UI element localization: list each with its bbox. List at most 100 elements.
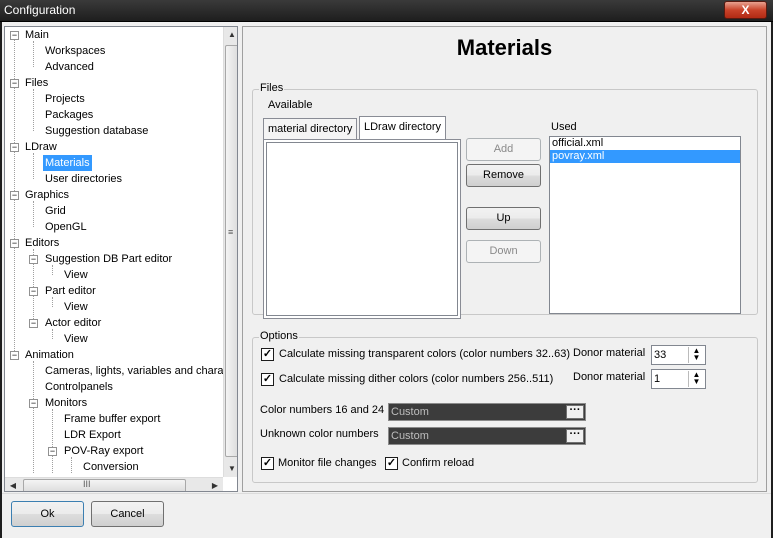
color-16-24-label: Color numbers 16 and 24 bbox=[260, 404, 385, 416]
tree-item-opengl[interactable]: OpenGL bbox=[43, 219, 89, 235]
collapse-editors-icon[interactable]: − bbox=[10, 239, 19, 248]
options-group-label: Options bbox=[259, 330, 299, 342]
dither-colors-label: Calculate missing dither colors (color n… bbox=[279, 373, 554, 385]
tree-item-user-directories[interactable]: User directories bbox=[43, 171, 124, 187]
tree-item-ldr-export[interactable]: LDR Export bbox=[62, 427, 123, 443]
collapse-povray-export-icon[interactable]: − bbox=[48, 447, 57, 456]
donor-material-value: 33 bbox=[654, 349, 667, 361]
collapse-files-icon[interactable]: − bbox=[10, 79, 19, 88]
scroll-thumb[interactable] bbox=[225, 45, 237, 457]
unknown-colors-value: Custom bbox=[391, 430, 429, 442]
tab-ldraw-directory[interactable]: LDraw directory bbox=[359, 116, 447, 140]
tree-vertical-scrollbar[interactable]: ▲ ≡ ▼ bbox=[223, 27, 237, 477]
collapse-ldraw-icon[interactable]: − bbox=[10, 143, 19, 152]
unknown-colors-field[interactable]: Custom ··· bbox=[388, 427, 586, 445]
tree-item-advanced[interactable]: Advanced bbox=[43, 59, 96, 75]
unknown-colors-label: Unknown color numbers bbox=[260, 428, 379, 440]
files-group-label: Files bbox=[259, 82, 285, 94]
available-label: Available bbox=[268, 99, 313, 111]
available-list[interactable] bbox=[266, 142, 458, 316]
tree-item-workspaces[interactable]: Workspaces bbox=[43, 43, 107, 59]
tree-item-conversion[interactable]: Conversion bbox=[81, 459, 141, 475]
cancel-button[interactable]: Cancel bbox=[91, 501, 164, 527]
tree-item-ldraw[interactable]: LDraw bbox=[23, 139, 59, 155]
tree-item-files[interactable]: Files bbox=[23, 75, 50, 91]
down-button[interactable]: Down bbox=[466, 240, 541, 263]
tree-item-part-editor[interactable]: Part editor bbox=[43, 283, 98, 299]
settings-panel: Materials Files Available material direc… bbox=[242, 26, 767, 492]
ellipsis-button[interactable]: ··· bbox=[566, 405, 584, 419]
donor-material-label: Donor material bbox=[573, 371, 646, 383]
collapse-part-editor-icon[interactable]: − bbox=[29, 287, 38, 296]
scroll-up-icon[interactable]: ▲ bbox=[224, 27, 237, 43]
list-item[interactable]: povray.xml bbox=[550, 150, 740, 163]
tree-item-cameras-lights[interactable]: Cameras, lights, variables and chara bbox=[43, 363, 226, 379]
confirm-reload-label: Confirm reload bbox=[402, 457, 475, 469]
ellipsis-button[interactable]: ··· bbox=[566, 429, 584, 443]
tree-item-controlpanels[interactable]: Controlpanels bbox=[43, 379, 115, 395]
title-bar: Configuration X bbox=[0, 0, 773, 22]
tree-item-actor-editor[interactable]: Actor editor bbox=[43, 315, 103, 331]
tree-item-materials[interactable]: Materials bbox=[43, 155, 92, 171]
ok-button[interactable]: Ok bbox=[11, 501, 84, 527]
files-group: Files Available material directory LDraw… bbox=[252, 82, 758, 319]
color-16-24-field[interactable]: Custom ··· bbox=[388, 403, 586, 421]
tree-item-grid[interactable]: Grid bbox=[43, 203, 68, 219]
scroll-left-icon[interactable]: ◀ bbox=[5, 478, 21, 491]
tree-item-projects[interactable]: Projects bbox=[43, 91, 87, 107]
tree-item-graphics[interactable]: Graphics bbox=[23, 187, 71, 203]
scroll-right-icon[interactable]: ▶ bbox=[207, 478, 223, 491]
tree-horizontal-scrollbar[interactable]: ◀ III ▶ bbox=[5, 477, 223, 491]
grip-icon: ≡ bbox=[228, 227, 234, 237]
tree-connector bbox=[71, 457, 72, 473]
settings-tree[interactable]: − Main Workspaces Advanced − Files Proje… bbox=[4, 26, 238, 492]
spin-arrows-icon[interactable]: ▲ ▼ bbox=[688, 347, 704, 363]
tree-item-monitors[interactable]: Monitors bbox=[43, 395, 89, 411]
spin-arrows-icon[interactable]: ▲ ▼ bbox=[688, 371, 704, 387]
donor-material-stepper[interactable]: 33 ▲ ▼ bbox=[651, 345, 706, 365]
grip-icon: III bbox=[83, 479, 91, 489]
tree-item-suggestion-database[interactable]: Suggestion database bbox=[43, 123, 150, 139]
tree-item-view[interactable]: View bbox=[62, 331, 90, 347]
tree-item-suggestion-db-part-editor[interactable]: Suggestion DB Part editor bbox=[43, 251, 174, 267]
collapse-main-icon[interactable]: − bbox=[10, 31, 19, 40]
list-item[interactable]: official.xml bbox=[550, 137, 740, 150]
tree-item-view[interactable]: View bbox=[62, 267, 90, 283]
remove-button[interactable]: Remove bbox=[466, 164, 541, 187]
options-group: Options ✓ Calculate missing transparent … bbox=[252, 330, 758, 483]
collapse-monitors-icon[interactable]: − bbox=[29, 399, 38, 408]
donor-material-value: 1 bbox=[654, 373, 661, 385]
collapse-graphics-icon[interactable]: − bbox=[10, 191, 19, 200]
confirm-reload-checkbox[interactable]: ✓ bbox=[385, 457, 398, 470]
up-button[interactable]: Up bbox=[466, 207, 541, 230]
tree-item-povray-export[interactable]: POV-Ray export bbox=[62, 443, 145, 459]
collapse-animation-icon[interactable]: − bbox=[10, 351, 19, 360]
close-button[interactable]: X bbox=[724, 1, 767, 19]
tree-connector bbox=[52, 409, 53, 473]
monitor-file-changes-checkbox[interactable]: ✓ bbox=[261, 457, 274, 470]
tree-connector bbox=[33, 153, 34, 179]
dither-colors-checkbox[interactable]: ✓ bbox=[261, 373, 274, 386]
tree-connector bbox=[33, 201, 34, 227]
collapse-suggestion-editor-icon[interactable]: − bbox=[29, 255, 38, 264]
tree-item-main[interactable]: Main bbox=[23, 27, 51, 43]
monitor-file-changes-label: Monitor file changes bbox=[278, 457, 377, 469]
collapse-actor-editor-icon[interactable]: − bbox=[29, 319, 38, 328]
transparent-colors-label: Calculate missing transparent colors (co… bbox=[279, 348, 571, 360]
tree-item-frame-buffer-export[interactable]: Frame buffer export bbox=[62, 411, 162, 427]
tree-item-animation[interactable]: Animation bbox=[23, 347, 76, 363]
add-button[interactable]: Add bbox=[466, 138, 541, 161]
tree-item-packages[interactable]: Packages bbox=[43, 107, 95, 123]
scroll-down-icon[interactable]: ▼ bbox=[224, 461, 237, 477]
tree-item-view[interactable]: View bbox=[62, 299, 90, 315]
donor-material-stepper[interactable]: 1 ▲ ▼ bbox=[651, 369, 706, 389]
window-title: Configuration bbox=[4, 3, 76, 17]
page-title: Materials bbox=[456, 35, 553, 60]
tab-panel bbox=[263, 139, 461, 319]
hscroll-thumb[interactable] bbox=[23, 479, 186, 491]
footer-separator bbox=[2, 493, 771, 494]
transparent-colors-checkbox[interactable]: ✓ bbox=[261, 348, 274, 361]
tab-material-directory[interactable]: material directory bbox=[263, 118, 358, 140]
tree-item-editors[interactable]: Editors bbox=[23, 235, 61, 251]
used-list[interactable]: official.xml povray.xml bbox=[549, 136, 741, 314]
